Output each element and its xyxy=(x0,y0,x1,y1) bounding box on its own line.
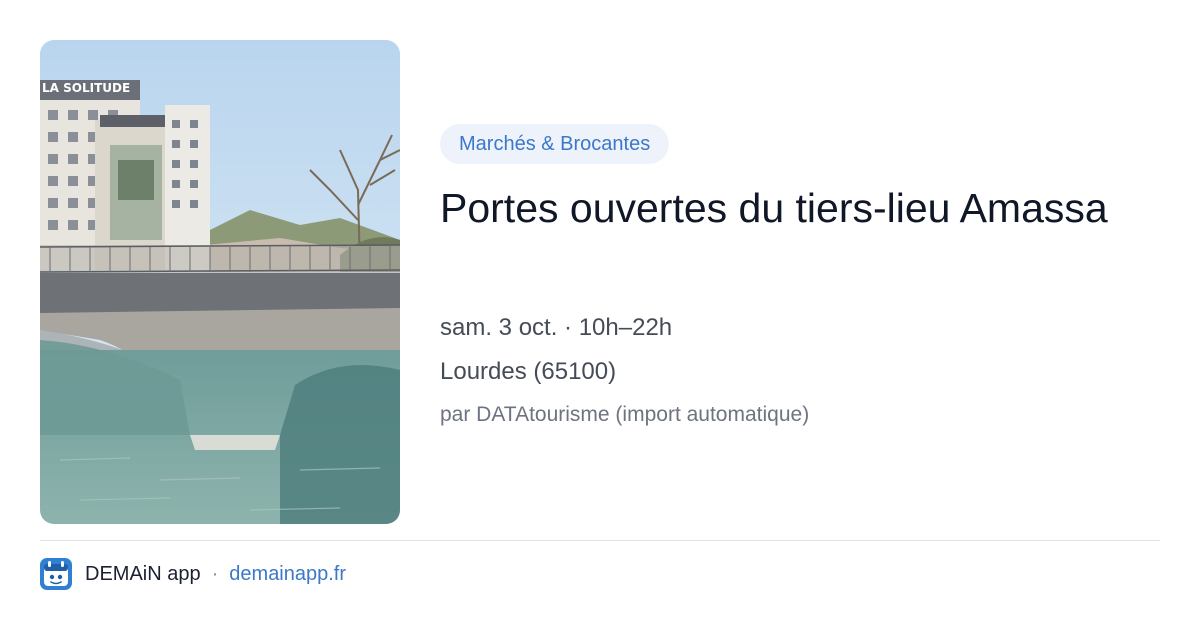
event-location: Lourdes (65100) xyxy=(440,358,617,385)
event-source: par DATAtourisme (import automatique) xyxy=(440,403,810,426)
hotel-sign-text: LA SOLITUDE xyxy=(42,81,130,95)
footer-divider xyxy=(40,540,1160,541)
app-domain-link[interactable]: demainapp.fr xyxy=(229,563,346,586)
category-tag[interactable]: Marchés & Brocantes xyxy=(440,124,670,164)
event-date: sam. 3 oct. · 10h–22h xyxy=(440,314,673,341)
app-name: DEMAiN app xyxy=(85,562,201,585)
app-footer: DEMAiN app · demainapp.fr xyxy=(40,558,346,590)
event-photo: LA SOLITUDE xyxy=(40,40,400,524)
demain-app-logo-icon xyxy=(40,558,72,590)
event-title: Portes ouvertes du tiers-lieu Amassa xyxy=(440,185,1108,231)
footer-separator: · xyxy=(211,562,219,585)
